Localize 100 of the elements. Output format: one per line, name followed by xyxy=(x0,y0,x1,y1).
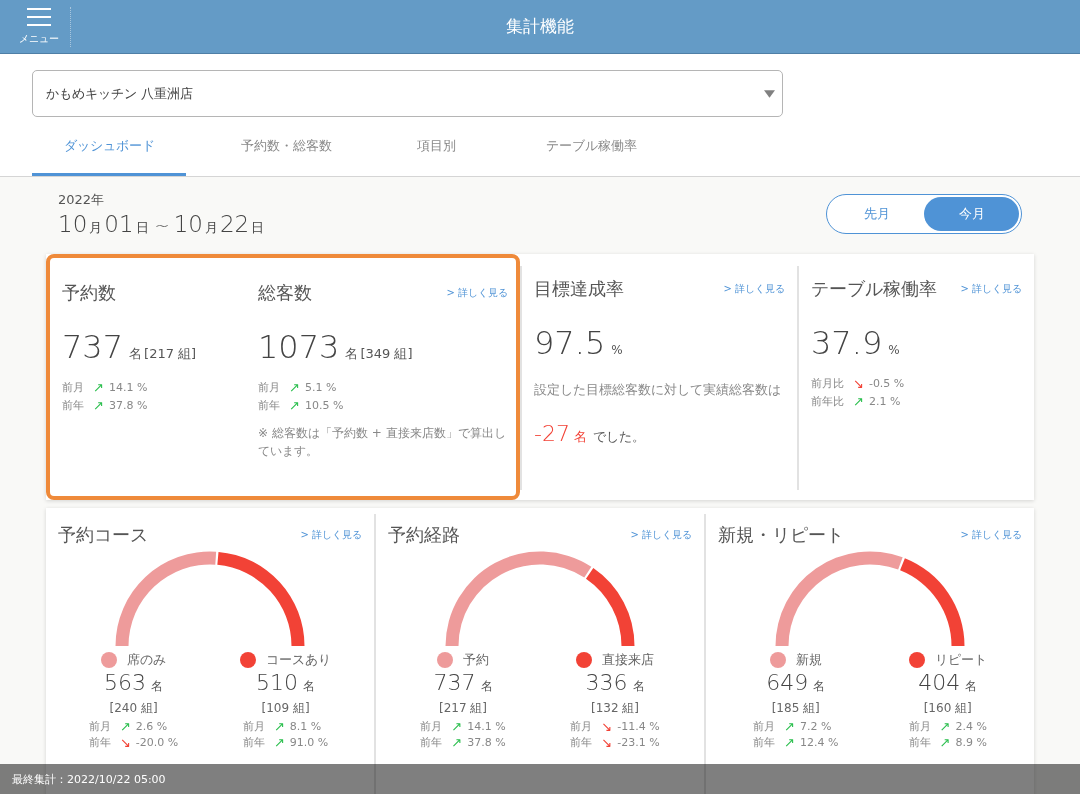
count-value: 336 xyxy=(585,670,628,695)
tab[interactable]: テーブル稼働率 xyxy=(486,130,696,176)
tab[interactable]: ダッシュボード xyxy=(32,130,186,176)
comparison-value: 14.1 % xyxy=(467,719,506,733)
comparison-value: 5.1 % xyxy=(304,380,337,394)
legend-label: コースあり xyxy=(266,651,332,669)
comparison-label: 前年比 xyxy=(811,393,844,409)
trend-arrow-icon: ↗ xyxy=(939,719,951,733)
last-updated-text: 最終集計：2022/10/22 05:00 xyxy=(12,771,166,787)
group-count: [217 組] xyxy=(144,345,197,363)
period-button[interactable]: 今月 xyxy=(924,197,1019,231)
legend-label: 席のみ xyxy=(127,651,167,669)
comparison-label: 前年 xyxy=(570,734,593,750)
result-text: でした。 xyxy=(592,427,645,446)
comparison-label: 前月 xyxy=(570,718,593,734)
comparison-value: 2.1 % xyxy=(868,394,901,408)
metric-value: 37.9 xyxy=(811,324,883,362)
comparison-value: 14.1 % xyxy=(108,380,148,394)
comparison-value: 10.5 % xyxy=(304,398,344,412)
metric-value: 97.5 xyxy=(534,324,606,362)
comparison-label: 前月 xyxy=(258,379,280,395)
comparison-label: 前年 xyxy=(753,734,776,750)
tab[interactable]: 項目別 xyxy=(386,130,486,176)
trend-arrow-icon: ↗ xyxy=(451,735,463,749)
unit-label: 名 xyxy=(573,427,587,446)
trend-arrow-icon: ↗ xyxy=(289,398,300,412)
trend-arrow-icon: ↗ xyxy=(119,719,131,733)
comparison-label: 前月 xyxy=(62,379,84,395)
unit-label: 名 xyxy=(480,678,493,695)
comparison-label: 前月 xyxy=(908,718,931,734)
unit-label: 名 xyxy=(345,345,359,363)
description-text: 設定した目標総客数に対して実績総客数は xyxy=(534,381,782,399)
legend-label: 予約 xyxy=(463,651,489,669)
shortfall-value: -27 xyxy=(534,420,570,446)
details-link[interactable]: > 詳しく見る xyxy=(446,286,508,300)
metric-value: 1073 xyxy=(258,328,340,366)
comparison-value: -0.5 % xyxy=(868,376,905,390)
unit-label: 名 xyxy=(632,678,645,695)
details-link[interactable]: > 詳しく見る xyxy=(960,282,1022,296)
group-count: [349 組] xyxy=(360,345,413,363)
details-link[interactable]: > 詳しく見る xyxy=(630,528,692,542)
card-title: 予約数 xyxy=(62,281,116,305)
details-link[interactable]: > 詳しく見る xyxy=(960,528,1022,542)
date-range: 10 月 01 日 ~ 10 月 22 日 xyxy=(58,211,266,237)
card-title: 予約経路 xyxy=(388,523,460,547)
comparison-value: -11.4 % xyxy=(617,719,660,733)
comparison-value: 91.0 % xyxy=(289,735,329,749)
legend-label: 直接来店 xyxy=(602,651,654,669)
comparison-label: 前年 xyxy=(258,397,280,413)
card-title: 新規・リピート xyxy=(718,523,844,547)
details-link[interactable]: > 詳しく見る xyxy=(300,528,362,542)
legend-label: 新規 xyxy=(795,651,822,669)
comparison-label: 前月 xyxy=(242,718,265,734)
card-title: 総客数 xyxy=(258,281,312,305)
unit-label: 名 xyxy=(129,345,143,363)
trend-arrow-icon: ↗ xyxy=(784,735,795,749)
unit-label: 名 xyxy=(151,678,164,695)
details-link[interactable]: > 詳しく見る xyxy=(723,282,785,296)
comparison-label: 前年 xyxy=(62,397,84,413)
count-value: 737 xyxy=(433,670,476,695)
trend-arrow-icon: ↗ xyxy=(289,380,300,394)
trend-arrow-icon: ↗ xyxy=(273,735,285,749)
caret-icon xyxy=(764,89,775,98)
comparison-value: 8.1 % xyxy=(289,719,322,733)
store-select[interactable]: かもめキッチン 八重洲店 xyxy=(32,70,783,117)
group-count: [132 組] xyxy=(590,700,640,716)
card-title: 予約コース xyxy=(58,523,148,547)
group-count: [185 組] xyxy=(771,700,820,716)
comparison-value: 2.4 % xyxy=(955,719,987,733)
card-title: 目標達成率 xyxy=(534,277,624,301)
group-count: [160 組] xyxy=(923,700,972,716)
card-title: テーブル稼働率 xyxy=(811,277,937,301)
comparison-value: 12.4 % xyxy=(799,735,839,749)
menu-button[interactable]: メニュー xyxy=(10,1,68,52)
group-count: [217 組] xyxy=(438,700,488,716)
comparison-value: -23.1 % xyxy=(617,735,660,749)
trend-arrow-icon: ↗ xyxy=(451,719,463,733)
menu-icon xyxy=(26,7,52,27)
metric-value: 737 xyxy=(62,328,124,366)
group-count: [240 組] xyxy=(109,700,158,716)
unit-label: 名 xyxy=(303,678,316,695)
count-value: 563 xyxy=(104,670,147,695)
trend-arrow-icon: ↗ xyxy=(939,735,951,749)
comparison-value: 2.6 % xyxy=(135,719,168,733)
trend-arrow-icon: ↘ xyxy=(119,735,131,749)
trend-arrow-icon: ↘ xyxy=(853,376,864,390)
comparison-label: 前月 xyxy=(753,718,776,734)
unit-label: 名 xyxy=(813,678,826,695)
trend-arrow-icon: ↗ xyxy=(93,398,104,412)
comparison-label: 前年 xyxy=(88,734,111,750)
trend-arrow-icon: ↗ xyxy=(784,719,795,733)
period-button[interactable]: 先月 xyxy=(829,197,924,231)
trend-arrow-icon: ↗ xyxy=(853,394,864,408)
legend-label: リピート xyxy=(934,651,987,669)
count-value: 649 xyxy=(766,670,809,695)
tab[interactable]: 予約数・総客数 xyxy=(186,130,386,176)
comparison-value: 7.2 % xyxy=(799,719,832,733)
comparison-label: 前年 xyxy=(420,734,443,750)
count-value: 404 xyxy=(918,670,961,695)
unit-label: % xyxy=(888,343,900,357)
